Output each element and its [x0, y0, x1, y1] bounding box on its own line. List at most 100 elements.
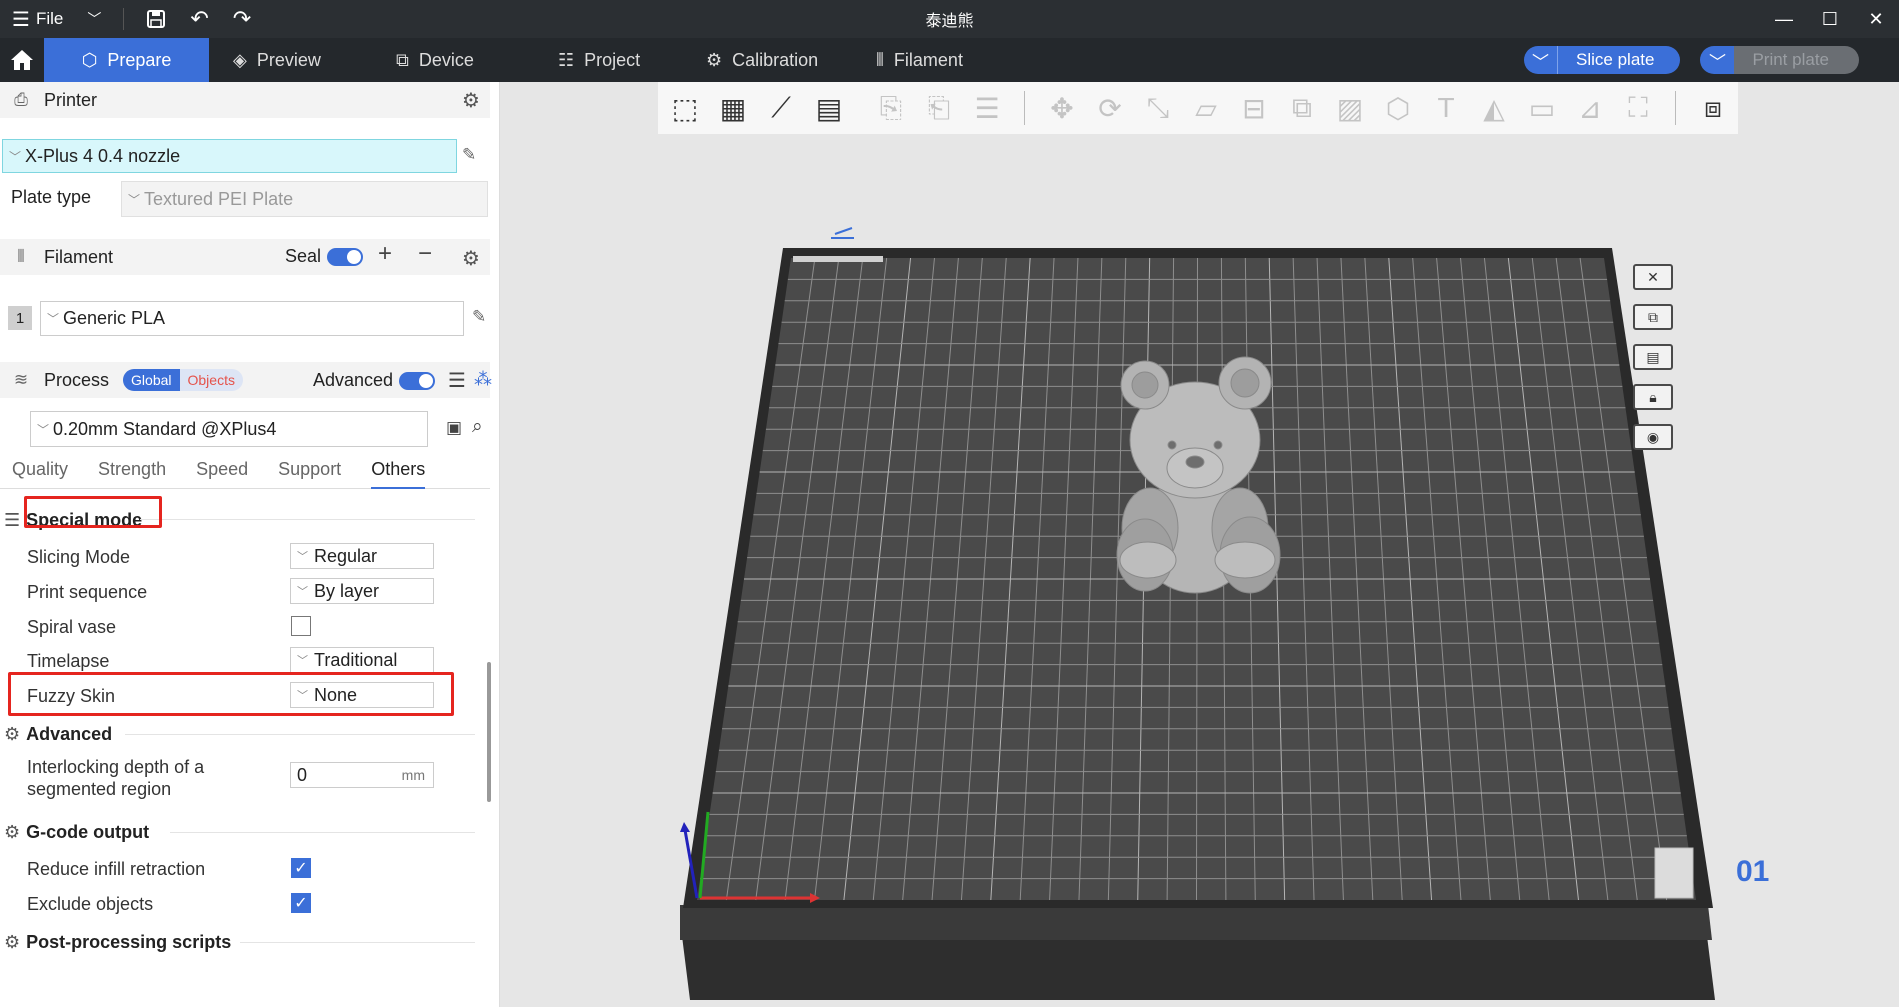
tab-prepare[interactable]: ⬡ Prepare — [44, 38, 209, 82]
tab-device[interactable]: ⧉ Device — [372, 38, 534, 82]
device-icon: ⧉ — [396, 49, 409, 70]
chevron-down-icon[interactable]: ﹀ — [75, 0, 113, 38]
scope-global[interactable]: Global — [123, 369, 180, 391]
advanced-toggle[interactable] — [399, 371, 436, 390]
redo-icon[interactable]: ↷ — [221, 0, 263, 38]
cut-icon[interactable]: ⊟ — [1233, 87, 1275, 129]
tab-prepare-label: Prepare — [107, 49, 172, 70]
rotate-icon[interactable]: ⟳ — [1089, 87, 1131, 129]
tab-others[interactable]: Others — [371, 459, 426, 489]
color-paint-icon[interactable]: ◭ — [1473, 87, 1515, 129]
build-plate-scene[interactable] — [500, 134, 1899, 1007]
slicing-mode-select[interactable]: ﹀ Regular — [290, 543, 434, 569]
slice-plate-button[interactable]: ﹀ Slice plate — [1524, 46, 1681, 74]
split-objects-icon[interactable]: ⧈ — [1692, 87, 1734, 129]
move-icon[interactable]: ✥ — [1041, 87, 1083, 129]
close-button[interactable]: ✕ — [1853, 0, 1899, 38]
add-object-icon[interactable]: ⬚ — [664, 87, 706, 129]
file-menu[interactable]: ☰ File — [0, 0, 75, 38]
maximize-button[interactable]: ☐ — [1807, 0, 1853, 38]
slicing-mode-label: Slicing Mode — [27, 547, 131, 567]
interlocking-value: 0 — [297, 764, 308, 785]
arrange-plate-icon[interactable]: ▤ — [1633, 344, 1673, 370]
fit-view-icon[interactable]: ⛶ — [1617, 87, 1659, 129]
filament-value: Generic PLA — [63, 308, 166, 328]
support-paint-icon[interactable]: ▨ — [1329, 87, 1371, 129]
compare-icon[interactable]: ⁂ — [474, 369, 492, 390]
divider — [170, 832, 475, 833]
3d-viewport[interactable]: ✕ ⧉ ▤ 🔒︎ ◉ — [500, 134, 1899, 1007]
minimize-button[interactable]: — — [1761, 0, 1807, 38]
sidebar-scrollbar[interactable] — [487, 662, 491, 802]
chevron-down-icon[interactable]: ﹀ — [1524, 46, 1559, 74]
plate-settings-icon[interactable]: ◉ — [1633, 424, 1673, 450]
tab-filament[interactable]: ⦀ Filament — [852, 38, 987, 82]
print-sequence-value: By layer — [314, 580, 380, 601]
seam-paint-icon[interactable]: ⬡ — [1377, 87, 1419, 129]
separator — [123, 8, 125, 30]
auto-orient-icon[interactable]: ⟋ — [760, 87, 802, 129]
filament-settings-gear-icon[interactable]: ⚙ — [462, 246, 480, 271]
tab-speed[interactable]: Speed — [196, 459, 248, 489]
chevron-down-icon: ﹀ — [128, 192, 141, 207]
save-icon[interactable] — [134, 0, 178, 38]
chevron-down-icon: ﹀ — [297, 551, 308, 563]
reduce-infill-label: Reduce infill retraction — [27, 859, 206, 879]
toolbar-separator — [1675, 91, 1676, 125]
edit-printer-icon[interactable]: ✎ — [462, 145, 476, 165]
spiral-vase-checkbox[interactable] — [291, 616, 311, 636]
tab-quality[interactable]: Quality — [12, 459, 68, 489]
filament-select[interactable]: ﹀ Generic PLA — [40, 301, 464, 336]
process-preset-select[interactable]: ﹀ 0.20mm Standard @XPlus4 — [30, 411, 428, 447]
assembly-icon[interactable]: ⊿ — [1569, 87, 1611, 129]
gear-icon: ⚙ — [4, 822, 21, 842]
undo-icon[interactable]: ↶ — [178, 0, 220, 38]
print-sequence-select[interactable]: ﹀ By layer — [290, 578, 434, 604]
layers-icon[interactable]: ☰ — [966, 87, 1008, 129]
delete-plate-icon[interactable]: ✕ — [1633, 264, 1673, 290]
tab-support[interactable]: Support — [278, 459, 341, 489]
tab-calibration[interactable]: ⚙ Calibration — [682, 38, 852, 82]
tab-project[interactable]: ☷ Project — [534, 38, 682, 82]
reduce-infill-checkbox[interactable]: ✓ — [291, 858, 311, 878]
tab-strength[interactable]: Strength — [98, 459, 166, 489]
measure-icon[interactable]: ▭ — [1521, 87, 1563, 129]
layers-icon: ◈ — [233, 49, 247, 70]
text-icon[interactable]: T — [1425, 87, 1467, 129]
highlight-box-special-mode — [24, 496, 162, 528]
tab-preview[interactable]: ◈ Preview — [209, 38, 372, 82]
copy-icon[interactable]: ⎘ — [870, 87, 912, 129]
edit-filament-icon[interactable]: ✎ — [472, 307, 486, 327]
orient-plate-icon[interactable]: ⧉ — [1633, 304, 1673, 330]
plate-type-select[interactable]: ﹀ Textured PEI Plate — [121, 181, 488, 217]
boolean-icon[interactable]: ⧉ — [1281, 87, 1323, 129]
scale-icon[interactable]: ⤡ — [1137, 87, 1179, 129]
plate-number[interactable]: 01 — [1736, 855, 1769, 889]
seal-label: Seal — [285, 246, 322, 266]
home-icon[interactable] — [0, 38, 44, 82]
divider — [125, 734, 475, 735]
add-filament-icon[interactable]: + — [378, 240, 392, 268]
save-preset-icon[interactable]: ▣ — [446, 418, 462, 438]
lay-on-face-icon[interactable]: ⏥ — [1185, 87, 1227, 129]
paste-icon[interactable]: ⎗ — [918, 87, 960, 129]
exclude-objects-checkbox[interactable]: ✓ — [291, 893, 311, 913]
scope-objects[interactable]: Objects — [179, 369, 243, 391]
lock-plate-icon[interactable]: 🔒︎ — [1633, 384, 1673, 410]
interlocking-depth-input[interactable]: 0 mm — [290, 762, 434, 788]
timelapse-select[interactable]: ﹀ Traditional — [290, 647, 434, 673]
print-plate-button[interactable]: ﹀ Print plate — [1700, 46, 1859, 74]
seal-toggle[interactable] — [327, 247, 364, 266]
arrange-icon[interactable]: ▤ — [808, 87, 850, 129]
printer-select[interactable]: ﹀ X-Plus 4 0.4 nozzle — [2, 139, 457, 173]
chevron-down-icon[interactable]: ﹀ — [1700, 46, 1735, 74]
printer-settings-gear-icon[interactable]: ⚙ — [462, 88, 480, 113]
search-icon[interactable]: ⌕ — [472, 416, 483, 438]
remove-filament-icon[interactable]: − — [418, 240, 432, 268]
list-view-icon[interactable]: ☰ — [448, 368, 466, 393]
add-plate-icon[interactable]: ▦ — [712, 87, 754, 129]
tool-strip: ⬚ ▦ ⟋ ▤ ⎘ ⎗ ☰ ✥ ⟳ ⤡ ⏥ ⊟ ⧉ ▨ ⬡ T ◭ ▭ ⊿ ⛶ … — [658, 82, 1738, 134]
chevron-down-icon: ﹀ — [37, 422, 50, 437]
timelapse-value: Traditional — [314, 649, 398, 670]
plate-type-value: Textured PEI Plate — [144, 188, 294, 209]
